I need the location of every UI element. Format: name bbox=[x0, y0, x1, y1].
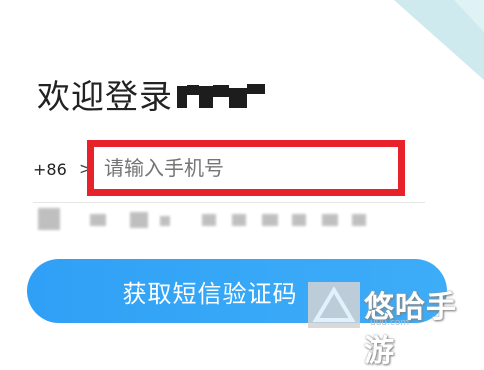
phone-row: +86 > bbox=[33, 140, 433, 206]
watermark-logo-icon bbox=[308, 282, 360, 328]
phone-number-input[interactable] bbox=[87, 140, 405, 196]
corner-decoration bbox=[394, 0, 484, 80]
page-title: 欢迎登录 bbox=[37, 77, 173, 116]
site-watermark: 悠哈手游 uuu.com bbox=[308, 280, 480, 369]
input-divider bbox=[33, 202, 425, 203]
watermark-url: uuu.com bbox=[370, 318, 410, 328]
get-sms-code-label: 获取短信验证码 bbox=[122, 279, 298, 308]
login-header: 欢迎登录 bbox=[37, 70, 265, 118]
redacted-app-name bbox=[177, 80, 265, 108]
blurred-agreement-text bbox=[38, 208, 368, 232]
country-code[interactable]: +86 bbox=[33, 160, 67, 179]
